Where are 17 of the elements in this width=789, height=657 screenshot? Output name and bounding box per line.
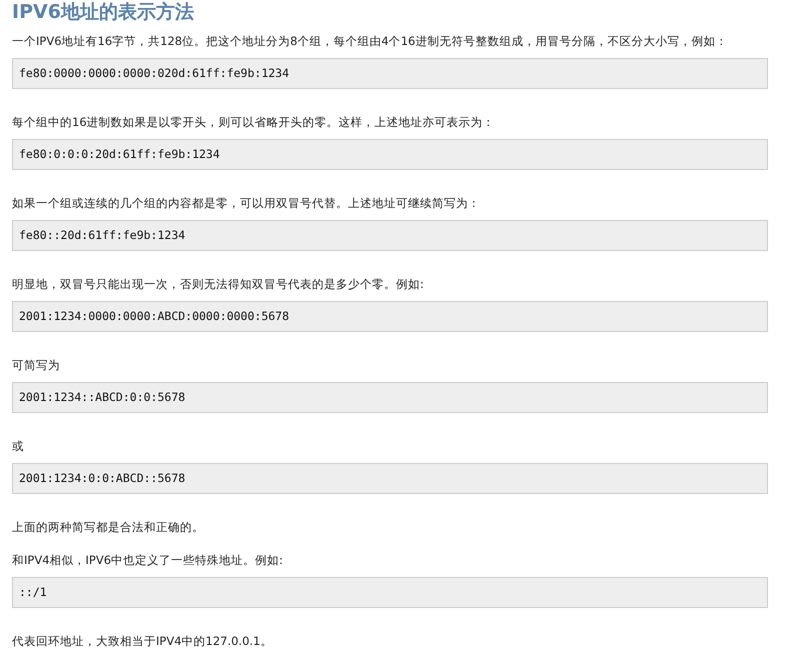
paragraph: 或	[12, 438, 25, 455]
paragraph: 每个组中的16进制数如果是以零开头，则可以省略开头的零。这样，上述地址亦可表示为：	[12, 114, 496, 131]
paragraph: 上面的两种简写都是合法和正确的。	[12, 519, 205, 536]
code-block: fe80:0000:0000:0000:020d:61ff:fe9b:1234	[12, 58, 768, 89]
paragraph: 代表回环地址，大致相当于IPV4中的127.0.0.1。	[12, 633, 274, 650]
code-block: fe80::20d:61ff:fe9b:1234	[12, 220, 768, 251]
paragraph: 如果一个组或连续的几个组的内容都是零，可以用双冒号代替。上述地址可继续简写为：	[12, 195, 481, 212]
code-block: 2001:1234:0000:0000:ABCD:0000:0000:5678	[12, 301, 768, 332]
code-block: 2001:1234:0:0:ABCD::5678	[12, 463, 768, 494]
code-block: fe80:0:0:0:20d:61ff:fe9b:1234	[12, 139, 768, 170]
code-block: 2001:1234::ABCD:0:0:5678	[12, 382, 768, 413]
paragraph: 和IPV4相似，IPV6中也定义了一些特殊地址。例如:	[12, 552, 284, 569]
paragraph: 明显地，双冒号只能出现一次，否则无法得知双冒号代表的是多少个零。例如:	[12, 276, 425, 293]
code-block: ::/1	[12, 577, 768, 608]
paragraph: 可简写为	[12, 357, 61, 374]
paragraph: 一个IPV6地址有16字节，共128位。把这个地址分为8个组，每个组由4个16进制无符号整数组成，用冒号分隔，不区分大小写，例如：	[12, 33, 728, 50]
page-title: IPV6地址的表示方法	[12, 0, 195, 23]
